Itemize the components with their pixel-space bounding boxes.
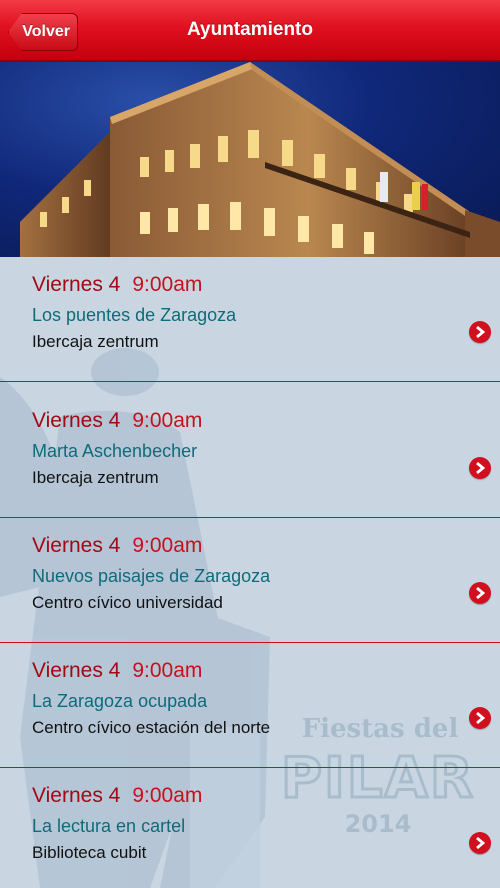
event-venue: Centro cívico estación del norte	[32, 718, 271, 737]
chevron-right-icon[interactable]	[469, 457, 491, 479]
event-venue: Ibercaja zentrum	[32, 468, 159, 487]
chevron-right-icon[interactable]	[469, 321, 491, 343]
list-item[interactable]: Viernes 4 9:00am La lectura en cartel Bib…	[0, 768, 500, 888]
event-date: Viernes 4 9:00am	[32, 273, 203, 296]
event-venue: Biblioteca cubit	[32, 843, 147, 862]
building-photo	[0, 62, 500, 257]
event-title: Marta Aschenbecher	[32, 441, 198, 461]
event-date: Viernes 4 9:00am	[32, 409, 203, 432]
event-venue: Centro cívico universidad	[32, 593, 223, 612]
back-button-label: Volver	[22, 23, 70, 40]
event-date: Viernes 4 9:00am	[32, 659, 203, 682]
event-list: Fiestas del PILAR 2014 Viernes 4 9:00am L…	[0, 257, 500, 888]
list-item[interactable]: Viernes 4 9:00am Los puentes de Zaragoza …	[0, 257, 500, 382]
list-item[interactable]: Viernes 4 9:00am Nuevos paisajes de Zarag…	[0, 518, 500, 643]
navigation-bar: Volver Ayuntamiento	[0, 0, 500, 62]
city-hall-illustration	[20, 62, 500, 257]
event-title: La Zaragoza ocupada	[32, 691, 208, 711]
event-title: La lectura en cartel	[32, 816, 186, 836]
event-title: Nuevos paisajes de Zaragoza	[32, 566, 271, 586]
chevron-right-icon[interactable]	[469, 832, 491, 854]
list-item[interactable]: Viernes 4 9:00am Marta Aschenbecher Iberc…	[0, 393, 500, 518]
chevron-right-icon[interactable]	[469, 582, 491, 604]
event-date: Viernes 4 9:00am	[32, 784, 203, 807]
chevron-right-icon[interactable]	[469, 707, 491, 729]
page-title: Ayuntamiento	[187, 19, 313, 40]
event-title: Los puentes de Zaragoza	[32, 305, 237, 325]
back-button[interactable]: Volver	[8, 13, 78, 51]
list-item[interactable]: Viernes 4 9:00am La Zaragoza ocupada Cent…	[0, 643, 500, 768]
event-venue: Ibercaja zentrum	[32, 332, 159, 351]
event-date: Viernes 4 9:00am	[32, 534, 203, 557]
